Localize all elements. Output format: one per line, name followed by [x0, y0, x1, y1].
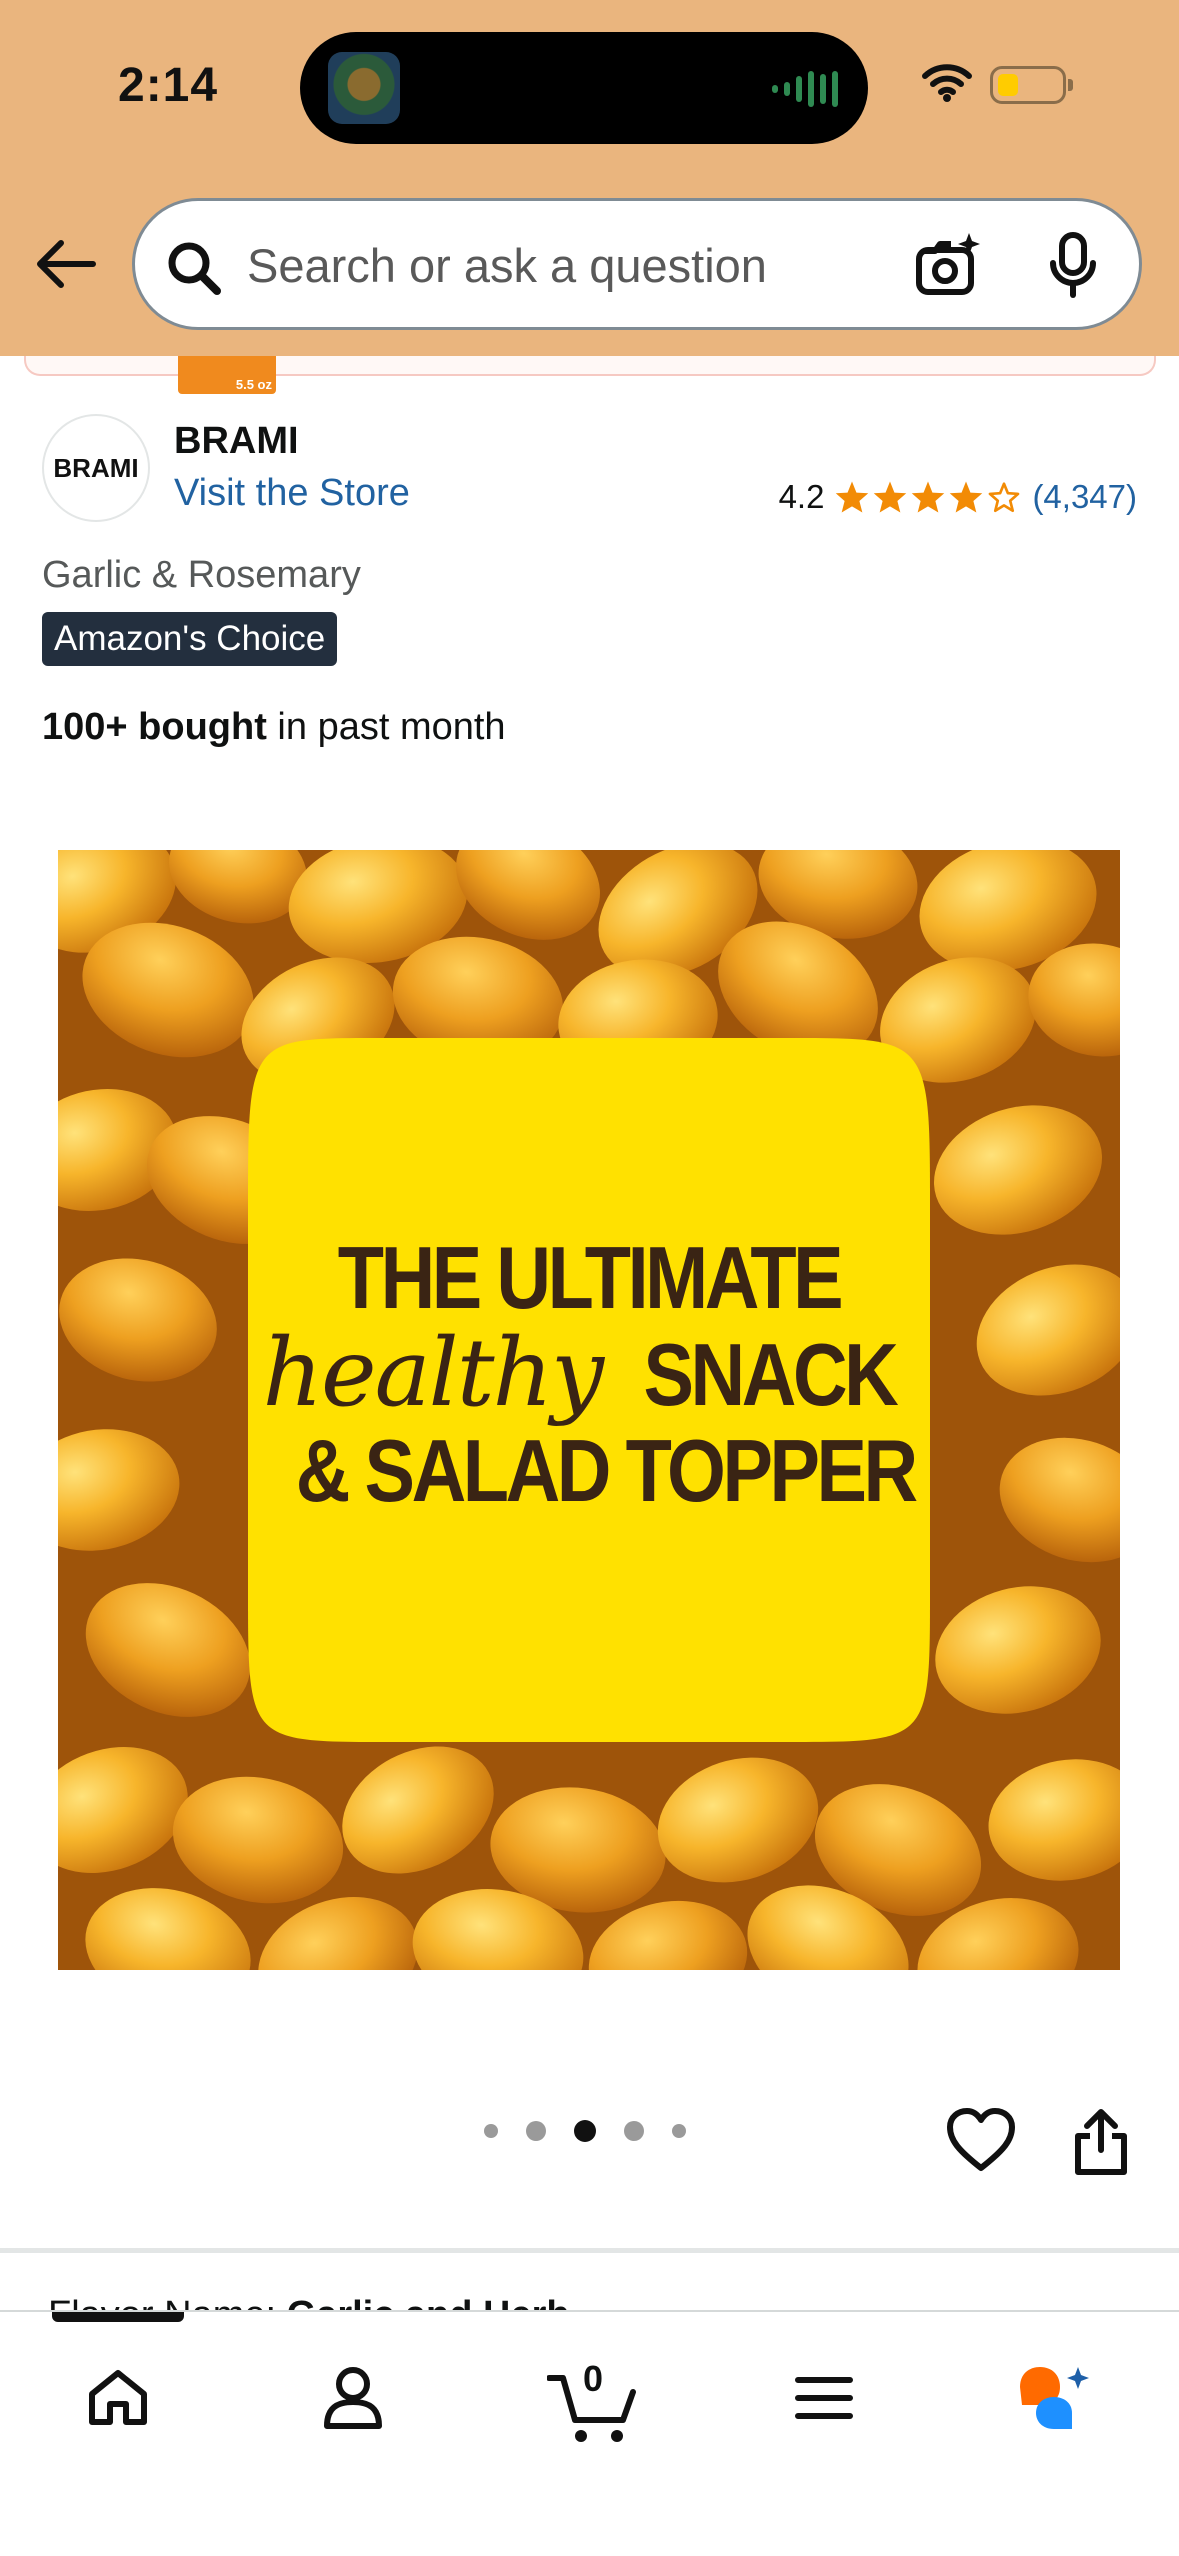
amazons-choice-badge: Amazon's Choice [42, 612, 338, 666]
star-full-icon [836, 481, 869, 513]
tab-cart[interactable]: 0 [538, 2348, 648, 2448]
audio-waveform-icon [772, 70, 838, 108]
bought-count: 100+ bought [42, 706, 267, 748]
status-time: 2:14 [118, 59, 219, 112]
cart-count: 0 [582, 2358, 604, 2399]
visit-store-link[interactable]: Visit the Store [174, 472, 410, 515]
account-icon [324, 2367, 382, 2429]
microphone-icon[interactable] [1043, 231, 1103, 301]
search-bar[interactable] [132, 198, 1142, 330]
variant-name: Garlic & Rosemary [42, 554, 361, 596]
carousel-dot-2[interactable] [526, 2121, 546, 2141]
search-icon [168, 242, 221, 295]
carousel-dot-1[interactable] [484, 2124, 498, 2138]
arrow-left-icon [37, 240, 96, 288]
dynamic-island [300, 32, 868, 144]
image-headline-line1: THE ULTIMATE [337, 1228, 844, 1327]
camera-search-icon[interactable] [913, 231, 983, 301]
brand-logo[interactable]: BRAMI [42, 414, 150, 522]
active-tab-indicator [52, 2312, 184, 2322]
product-image[interactable]: THE ULTIMATE healthy SNACK & SALAD TOPPE… [58, 850, 1120, 1970]
rating-summary[interactable]: 4.2 (4,347) [779, 478, 1137, 516]
heart-icon [947, 2108, 1015, 2171]
star-full-icon [874, 481, 907, 513]
wifi-icon [922, 64, 972, 102]
rating-count[interactable]: (4,347) [1032, 478, 1137, 516]
image-headline: THE ULTIMATE healthy SNACK & SALAD TOPPE… [248, 1230, 930, 1519]
battery-icon [990, 66, 1073, 104]
image-headline-snack: SNACK [643, 1325, 898, 1424]
section-divider [0, 2248, 1179, 2253]
carousel-indicator[interactable] [484, 2120, 686, 2142]
bought-in-past-month: 100+ bought in past month [42, 706, 506, 749]
previous-item-size: 5.5 oz [235, 377, 272, 392]
share-button[interactable] [1072, 2108, 1130, 2181]
rufus-icon [1020, 2367, 1089, 2429]
star-rating [834, 480, 1022, 514]
tab-menu[interactable] [774, 2348, 874, 2448]
star-empty-icon [989, 482, 1020, 513]
star-full-icon [950, 481, 983, 513]
brand-name: BRAMI [174, 420, 299, 462]
star-full-icon [912, 481, 945, 513]
tab-home[interactable] [68, 2348, 168, 2448]
image-headline-line2: healthy SNACK [248, 1326, 930, 1423]
tab-account[interactable] [303, 2348, 403, 2448]
share-icon [1075, 2109, 1127, 2175]
now-playing-artwork [328, 52, 400, 124]
previous-item-thumbnail[interactable]: 5.5 oz [178, 356, 276, 394]
home-icon [89, 2370, 147, 2425]
bought-suffix: in past month [266, 706, 506, 748]
top-header: 2:14 [0, 0, 1179, 356]
add-to-list-button[interactable] [946, 2108, 1016, 2177]
bottom-tab-bar: 0 [0, 2310, 1179, 2556]
rating-value: 4.2 [778, 478, 825, 515]
image-headline-line3: & SALAD TOPPER [295, 1421, 918, 1520]
carousel-dot-5[interactable] [672, 2124, 686, 2138]
carousel-dot-4[interactable] [624, 2121, 644, 2141]
menu-icon [795, 2377, 853, 2419]
carousel-dot-3-active[interactable] [574, 2120, 596, 2142]
image-headline-script-word: healthy [262, 1319, 604, 1428]
search-input[interactable] [247, 229, 907, 301]
back-button[interactable] [34, 232, 98, 296]
brand-logo-text: BRAMI [53, 452, 139, 483]
tab-rufus[interactable] [1006, 2348, 1106, 2448]
